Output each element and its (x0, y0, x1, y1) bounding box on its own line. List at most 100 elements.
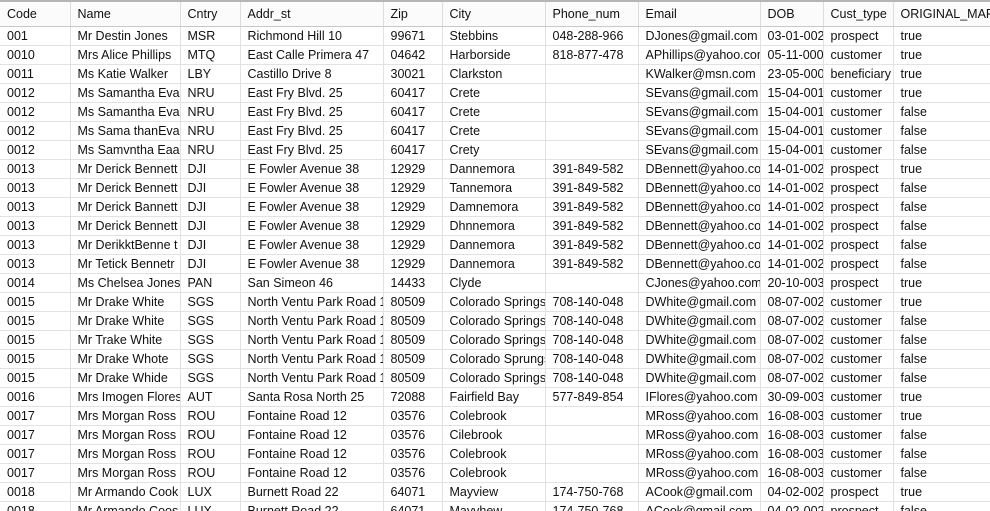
cell-cntry[interactable]: ROU (180, 463, 241, 483)
cell-code[interactable]: 0014 (0, 273, 71, 293)
cell-city[interactable]: Damnemora (442, 197, 546, 217)
cell-city[interactable]: Crety (442, 140, 546, 160)
cell-type[interactable]: prospect (823, 216, 894, 236)
table-row[interactable]: 0017 Mrs Morgan Ross ROU Fontaine Road 12 03… (0, 406, 990, 426)
cell-name[interactable]: Mr Tetick Bennetr (70, 254, 181, 274)
cell-addr[interactable]: Richmond Hill 10 (240, 26, 384, 46)
cell-city[interactable]: Dannemora (442, 254, 546, 274)
cell-code[interactable]: 0017 (0, 463, 71, 483)
cell-email[interactable]: KWalker@msn.com (638, 64, 761, 84)
cell-email[interactable]: SEvans@gmail.com (638, 102, 761, 122)
cell-code[interactable]: 0012 (0, 140, 71, 160)
cell-mark[interactable]: false (893, 368, 990, 388)
table-row[interactable]: 0012Ms Samvntha EaansNRUEast Fry Blvd. 2… (0, 140, 990, 160)
cell-cntry[interactable]: MTQ (180, 45, 241, 65)
cell-cntry[interactable]: SGS (180, 330, 241, 350)
table-row[interactable]: 0018 Mr Armando Cook LUX Burnett Road 22 640… (0, 482, 990, 502)
cell-addr[interactable]: North Ventu Park Road 12 (240, 368, 384, 388)
cell-code[interactable]: 0013 (0, 254, 71, 274)
cell-name[interactable]: Mr Derick Bannett (70, 197, 181, 217)
cell-type[interactable]: customer (823, 102, 894, 122)
cell-city[interactable]: Colebrook (442, 406, 546, 426)
cell-name[interactable]: Mr Drake White (70, 311, 181, 331)
cell-name[interactable]: Mr Armando Cook (70, 482, 181, 502)
cell-zip[interactable]: 80509 (383, 349, 443, 369)
cell-city[interactable]: Clyde (442, 273, 546, 293)
cell-code[interactable]: 0013 (0, 235, 71, 255)
table-row[interactable]: 0015 Mr Drake White SGS North Ventu Park Ro… (0, 292, 990, 312)
cell-name[interactable]: Ms Samvntha Eaans (70, 140, 181, 160)
cell-cntry[interactable]: SGS (180, 349, 241, 369)
cell-phone[interactable] (545, 64, 639, 84)
cell-email[interactable]: SEvans@gmail.com (638, 121, 761, 141)
cell-phone[interactable]: 708-140-048 (545, 349, 639, 369)
cell-type[interactable]: prospect (823, 235, 894, 255)
cell-name[interactable]: Mr Drake White (70, 292, 181, 312)
cell-name[interactable]: Mrs Imogen Flores (70, 387, 181, 407)
cell-city[interactable]: Clarkston (442, 64, 546, 84)
cell-name[interactable]: Mrs Morgan Ross (70, 406, 181, 426)
cell-city[interactable]: Colebrook (442, 463, 546, 483)
cell-mark[interactable]: false (893, 444, 990, 464)
cell-type[interactable]: prospect (823, 26, 894, 46)
cell-addr[interactable]: Burnett Road 22 (240, 482, 384, 502)
cell-cntry[interactable]: PAN (180, 273, 241, 293)
cell-name[interactable]: Mrs Morgan Ross (70, 425, 181, 445)
cell-email[interactable]: DBennett@yahoo.com (638, 178, 761, 198)
column-header-zip[interactable]: Zip (383, 2, 443, 27)
cell-code[interactable]: 0013 (0, 159, 71, 179)
cell-email[interactable]: DBennett@yahoo.com (638, 254, 761, 274)
cell-mark[interactable]: false (893, 178, 990, 198)
cell-email[interactable]: DBennett@yahoo.com (638, 235, 761, 255)
column-header-city[interactable]: City (442, 2, 546, 27)
table-row[interactable]: 0011 Ms Katie Walker LBY Castillo Drive 8 30… (0, 64, 990, 84)
cell-cntry[interactable]: ROU (180, 406, 241, 426)
cell-zip[interactable]: 72088 (383, 387, 443, 407)
cell-dob[interactable]: 08-07-0026 (760, 311, 824, 331)
cell-email[interactable]: MRoss@yahoo.com (638, 406, 761, 426)
cell-type[interactable]: customer (823, 406, 894, 426)
cell-addr[interactable]: E Fowler Avenue 38 (240, 197, 384, 217)
cell-email[interactable]: DWhite@gmail.com (638, 311, 761, 331)
cell-phone[interactable] (545, 140, 639, 160)
cell-dob[interactable]: 15-04-0011 (760, 121, 824, 141)
cell-email[interactable]: ACook@gmail.com (638, 482, 761, 502)
cell-zip[interactable]: 60417 (383, 83, 443, 103)
cell-code[interactable]: 0015 (0, 368, 71, 388)
cell-cntry[interactable]: SGS (180, 368, 241, 388)
cell-cntry[interactable]: NRU (180, 121, 241, 141)
cell-city[interactable]: Colebrook (442, 444, 546, 464)
table-row[interactable]: 0013 Mr Tetick Bennetr DJI E Fowler Avenue … (0, 254, 990, 274)
table-row[interactable]: 0013 Mr Derick Bannett DJI E Fowler Avenue … (0, 197, 990, 217)
cell-email[interactable]: DJones@gmail.com (638, 26, 761, 46)
cell-mark[interactable]: false (893, 311, 990, 331)
cell-city[interactable]: Crete (442, 102, 546, 122)
cell-code[interactable]: 0012 (0, 83, 71, 103)
cell-cntry[interactable]: SGS (180, 292, 241, 312)
cell-name[interactable]: Mrs Morgan Ross (70, 463, 181, 483)
cell-code[interactable]: 0013 (0, 178, 71, 198)
cell-phone[interactable] (545, 406, 639, 426)
column-header-dob[interactable]: DOB (760, 2, 824, 27)
cell-type[interactable]: customer (823, 463, 894, 483)
cell-name[interactable]: Mr Derick Bennett (70, 216, 181, 236)
cell-city[interactable]: Colorado Springs (442, 368, 546, 388)
cell-name[interactable]: Mr Derick Bennett (70, 178, 181, 198)
cell-email[interactable]: SEvans@gmail.com (638, 140, 761, 160)
cell-cntry[interactable]: DJI (180, 235, 241, 255)
cell-type[interactable]: prospect (823, 159, 894, 179)
cell-city[interactable]: Crete (442, 121, 546, 141)
cell-name[interactable]: Mr Trake White (70, 330, 181, 350)
cell-type[interactable]: customer (823, 83, 894, 103)
cell-code[interactable]: 001 (0, 26, 71, 46)
cell-dob[interactable]: 08-07-0026 (760, 368, 824, 388)
table-row[interactable]: 0012Ms Samantha EvansNRUEast Fry Blvd. 2… (0, 102, 990, 122)
cell-phone[interactable] (545, 102, 639, 122)
cell-email[interactable]: SEvans@gmail.com (638, 83, 761, 103)
cell-zip[interactable]: 30021 (383, 64, 443, 84)
table-row[interactable]: 0013 Mr Derick Bennett DJI E Fowler Avenue … (0, 178, 990, 198)
cell-mark[interactable]: true (893, 159, 990, 179)
cell-dob[interactable]: 14-01-0023 (760, 159, 824, 179)
cell-city[interactable]: Mayvhew (442, 501, 546, 511)
cell-dob[interactable]: 03-01-0021 (760, 26, 824, 46)
